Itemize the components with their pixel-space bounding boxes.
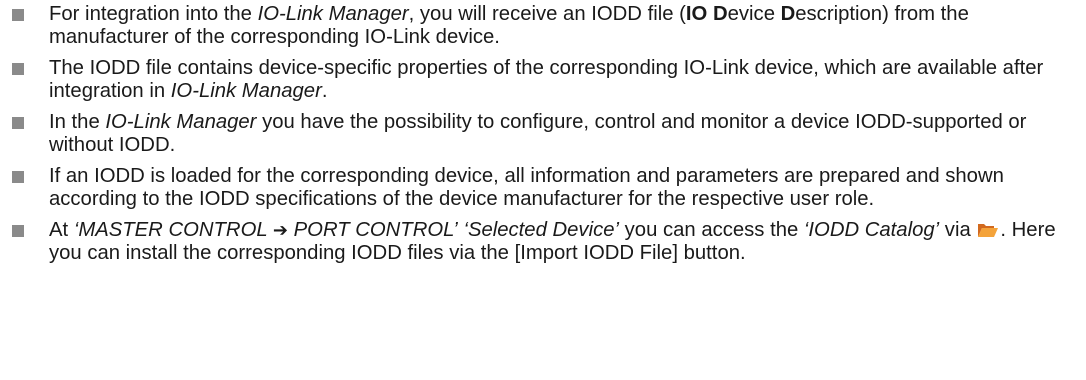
list-item-text: The IODD file contains device-specific p…	[49, 57, 1044, 102]
list-item: In the IO-Link Manager you have the poss…	[0, 111, 1086, 157]
list-item-text: For integration into the IO-Link Manager…	[49, 3, 969, 48]
list-item-text: In the IO-Link Manager you have the poss…	[49, 111, 1027, 156]
product-name: IO-Link Manager	[105, 111, 257, 133]
square-bullet	[12, 117, 24, 129]
folder-open-icon	[977, 222, 999, 238]
list-item: The IODD file contains device-specific p…	[0, 57, 1086, 103]
list-item: For integration into the IO-Link Manager…	[0, 3, 1086, 49]
menu-selected-device: ‘Selected Device’	[463, 219, 620, 241]
menu-path-end: PORT CONTROL’	[288, 219, 458, 241]
square-bullet	[12, 63, 24, 75]
square-bullet	[12, 171, 24, 183]
right-arrow-icon: ➔	[272, 220, 288, 241]
list-item: At ‘MASTER CONTROL ➔ PORT CONTROL’ ‘Sele…	[0, 219, 1086, 265]
list-item: If an IODD is loaded for the correspondi…	[0, 165, 1086, 211]
iodd-catalog-label: ‘IODD Catalog’	[803, 219, 940, 241]
product-name: IO-Link Manager	[170, 80, 322, 102]
square-bullet	[12, 9, 24, 21]
list-item-text: If an IODD is loaded for the correspondi…	[49, 165, 1004, 210]
square-bullet	[12, 225, 24, 237]
menu-path: ‘MASTER CONTROL	[73, 219, 273, 241]
product-name: IO-Link Manager	[257, 3, 409, 25]
list-item-text: At ‘MASTER CONTROL ➔ PORT CONTROL’ ‘Sele…	[49, 219, 1056, 264]
bullet-list: For integration into the IO-Link Manager…	[0, 0, 1086, 265]
